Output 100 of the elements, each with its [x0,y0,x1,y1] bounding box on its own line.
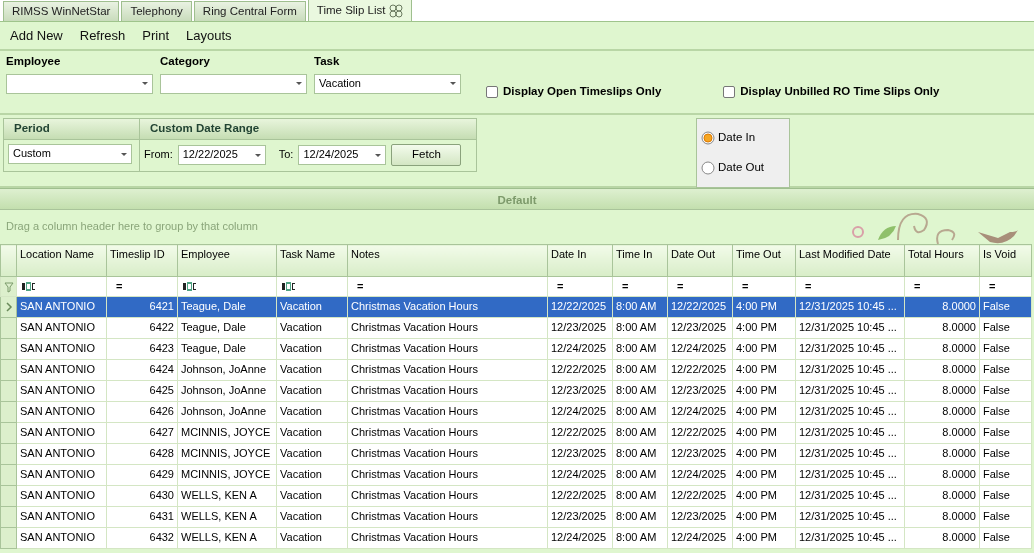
table-cell: Vacation [276,359,348,381]
row-selector[interactable] [0,443,17,465]
column-header[interactable]: Employee [177,244,277,277]
row-selector[interactable] [0,380,17,402]
radio-button[interactable] [701,131,715,145]
checkbox-label[interactable]: Display Open Timeslips Only [503,85,662,99]
row-selector[interactable] [0,338,17,360]
table-cell: 12/31/2025 10:45 ... [795,464,905,486]
filter-operator[interactable]: = [351,279,364,292]
row-selector[interactable] [0,422,17,444]
filter-operator[interactable]: = [671,279,684,292]
table-cell: 4:00 PM [732,506,796,528]
caret-icon [254,153,261,157]
row-selector[interactable] [0,485,17,507]
filter-icon [2,280,15,293]
table-cell: 12/22/2025 [547,359,613,381]
field-label: Category [160,55,211,69]
table-cell: 8:00 AM [612,506,668,528]
column-header[interactable]: Time In [612,244,668,277]
table-cell: 12/23/2025 [547,443,613,465]
table-cell: 6428 [106,443,178,465]
toolbar-button[interactable]: Add New [10,27,63,44]
table-cell: SAN ANTONIO [16,359,107,381]
date-field[interactable]: 12/24/2025 [298,145,387,165]
column-header[interactable]: Notes [347,244,548,277]
column-header[interactable]: Date Out [667,244,733,277]
checkbox-label[interactable]: Display Unbilled RO Time Slips Only [740,85,940,99]
row-selector[interactable] [0,527,17,549]
table-cell: MCINNIS, JOYCE [177,464,277,486]
row-selector[interactable] [0,464,17,486]
table-cell: 4:00 PM [732,485,796,507]
column-header[interactable]: Task Name [276,244,348,277]
filter-operator[interactable]: = [736,279,749,292]
table-cell: Teague, Dale [177,317,277,339]
table-cell: Christmas Vacation Hours [347,506,548,528]
table-cell: 8.0000 [904,464,980,486]
table-cell: 4:00 PM [732,317,796,339]
fetch-button[interactable]: Fetch [391,144,462,166]
tab[interactable]: Time Slip List [307,0,413,21]
tab[interactable]: Ring Central Form [193,1,306,21]
table-cell: Vacation [276,317,348,339]
filter-operator[interactable]: = [799,279,812,292]
column-header[interactable]: Time Out [732,244,796,277]
column-header[interactable]: Last Modified Date [795,244,905,277]
table-cell: Vacation [276,506,348,528]
table-cell: SAN ANTONIO [16,317,107,339]
table-cell: False [979,422,1032,444]
filter-operator[interactable]: = [908,279,921,292]
filter-operator[interactable]: = [551,279,564,292]
table-cell: False [979,338,1032,360]
dropdown-field[interactable] [160,73,307,94]
filter-operator[interactable]: = [616,279,629,292]
tab[interactable]: RIMSS WinNetStar [3,1,120,21]
date-field[interactable]: 12/22/2025 [177,145,266,165]
row-selector[interactable] [0,359,17,381]
table-cell: Vacation [276,485,348,507]
caret-icon [121,152,127,156]
table-cell: False [979,485,1032,507]
column-header[interactable]: Location Name [16,244,107,277]
row-selector[interactable] [0,506,17,528]
period-dropdown[interactable]: Custom [8,144,132,164]
toolbar-button[interactable]: Layouts [186,27,232,44]
group-hint: Drag a column header here to group by that column [6,220,258,234]
table-cell: 12/22/2025 [667,485,733,507]
column-header[interactable]: Is Void [979,244,1032,277]
table-cell: Christmas Vacation Hours [347,296,548,318]
table-cell: 6422 [106,317,178,339]
radio-label[interactable]: Date In [718,131,756,145]
table-cell: 8:00 AM [612,380,668,402]
table-cell: Vacation [276,401,348,423]
radio-button[interactable] [701,161,715,175]
table-cell: SAN ANTONIO [16,380,107,402]
dropdown-field[interactable]: Vacation [314,73,461,94]
filter-operator[interactable]: = [983,279,996,292]
row-selector[interactable] [0,296,17,318]
checkbox[interactable] [486,86,498,98]
table-cell: False [979,359,1032,381]
table-cell: False [979,317,1032,339]
table-cell: 12/31/2025 10:45 ... [795,485,905,507]
table-cell: 6429 [106,464,178,486]
tab[interactable]: Telephony [121,1,192,21]
row-selector[interactable] [0,317,17,339]
column-header[interactable]: Total Hours [904,244,980,277]
table-cell: 8.0000 [904,401,980,423]
column-header[interactable]: Timeslip ID [106,244,178,277]
checkbox[interactable] [723,86,736,98]
table-cell: 8:00 AM [612,401,668,423]
radio-label[interactable]: Date Out [718,161,765,175]
panel-header: Custom Date Range [140,119,476,140]
table-cell: 12/31/2025 10:45 ... [795,380,905,402]
table-cell: Christmas Vacation Hours [347,359,548,381]
table-cell: 12/22/2025 [667,422,733,444]
table-cell: False [979,464,1032,486]
filter-operator[interactable]: = [110,279,123,292]
table-cell: 8:00 AM [612,422,668,444]
row-selector[interactable] [0,401,17,423]
toolbar-button[interactable]: Print [142,27,169,44]
column-header[interactable]: Date In [547,244,613,277]
dropdown-field[interactable] [6,73,153,94]
toolbar-button[interactable]: Refresh [79,27,126,44]
